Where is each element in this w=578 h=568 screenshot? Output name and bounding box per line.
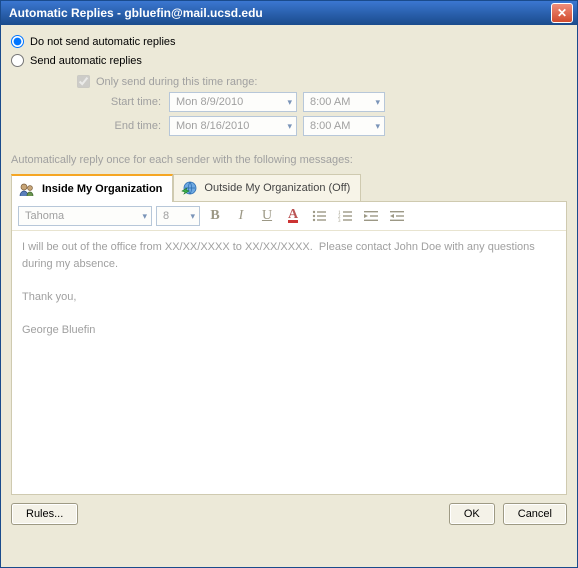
start-time-value: 8:00 AM xyxy=(310,96,350,108)
close-button[interactable]: ✕ xyxy=(551,3,573,23)
start-time-combo[interactable]: 8:00 AM ▾ xyxy=(303,92,385,112)
send-radio-row[interactable]: Send automatic replies xyxy=(11,54,567,67)
chevron-down-icon: ▾ xyxy=(190,211,195,222)
numbered-list-button[interactable]: 123 xyxy=(334,206,356,226)
italic-button[interactable]: I xyxy=(230,206,252,226)
underline-icon: U xyxy=(262,208,272,224)
section-label: Automatically reply once for each sender… xyxy=(11,154,567,166)
decrease-indent-icon xyxy=(364,210,378,222)
tabs: Inside My Organization Outside My Organi… xyxy=(11,174,567,201)
font-size-combo[interactable]: 8 ▾ xyxy=(156,206,200,226)
rules-button[interactable]: Rules... xyxy=(11,503,78,525)
org-icon xyxy=(18,180,36,198)
send-label: Send automatic replies xyxy=(30,55,142,67)
start-date-combo[interactable]: Mon 8/9/2010 ▾ xyxy=(169,92,297,112)
chevron-down-icon: ▾ xyxy=(375,97,380,108)
cancel-button[interactable]: Cancel xyxy=(503,503,567,525)
ok-button[interactable]: OK xyxy=(449,503,495,525)
tab-outside[interactable]: Outside My Organization (Off) xyxy=(173,174,361,201)
close-icon: ✕ xyxy=(557,6,567,20)
dont-send-label: Do not send automatic replies xyxy=(30,36,176,48)
send-radio[interactable] xyxy=(11,54,24,67)
globe-arrow-icon xyxy=(180,179,198,197)
end-time-value: 8:00 AM xyxy=(310,120,350,132)
bulleted-list-button[interactable] xyxy=(308,206,330,226)
start-time-label: Start time: xyxy=(77,96,169,108)
font-color-button[interactable]: A xyxy=(282,206,304,226)
bulleted-list-icon xyxy=(312,210,326,222)
button-row: Rules... OK Cancel xyxy=(11,495,567,525)
bold-icon: B xyxy=(210,208,219,224)
titlebar: Automatic Replies - gbluefin@mail.ucsd.e… xyxy=(1,1,577,25)
end-date-combo[interactable]: Mon 8/16/2010 ▾ xyxy=(169,116,297,136)
end-date-value: Mon 8/16/2010 xyxy=(176,120,249,132)
font-name-value: Tahoma xyxy=(25,210,64,222)
start-time-row: Start time: Mon 8/9/2010 ▾ 8:00 AM ▾ xyxy=(77,92,567,112)
svg-text:3: 3 xyxy=(338,219,341,222)
editor-toolbar: Tahoma ▾ 8 ▾ B I U A xyxy=(12,202,566,231)
end-time-label: End time: xyxy=(77,120,169,132)
decrease-indent-button[interactable] xyxy=(360,206,382,226)
message-textarea[interactable]: I will be out of the office from XX/XX/X… xyxy=(12,231,566,494)
tab-inside-label: Inside My Organization xyxy=(42,183,162,195)
content-area: Do not send automatic replies Send autom… xyxy=(1,25,577,567)
dont-send-radio[interactable] xyxy=(11,35,24,48)
tab-outside-label: Outside My Organization (Off) xyxy=(204,182,350,194)
end-time-row: End time: Mon 8/16/2010 ▾ 8:00 AM ▾ xyxy=(77,116,567,136)
only-send-label: Only send during this time range: xyxy=(96,76,257,88)
font-size-value: 8 xyxy=(163,210,169,222)
numbered-list-icon: 123 xyxy=(338,210,352,222)
dont-send-radio-row[interactable]: Do not send automatic replies xyxy=(11,35,567,48)
italic-icon: I xyxy=(239,208,244,224)
window-title: Automatic Replies - gbluefin@mail.ucsd.e… xyxy=(9,6,551,20)
font-name-combo[interactable]: Tahoma ▾ xyxy=(18,206,152,226)
tab-inside[interactable]: Inside My Organization xyxy=(11,174,173,202)
underline-button[interactable]: U xyxy=(256,206,278,226)
only-send-check-row: Only send during this time range: xyxy=(77,75,567,88)
increase-indent-icon xyxy=(390,210,404,222)
chevron-down-icon: ▾ xyxy=(375,121,380,132)
chevron-down-icon: ▾ xyxy=(287,121,292,132)
chevron-down-icon: ▾ xyxy=(142,211,147,222)
font-color-icon: A xyxy=(288,210,298,223)
increase-indent-button[interactable] xyxy=(386,206,408,226)
automatic-replies-window: Automatic Replies - gbluefin@mail.ucsd.e… xyxy=(0,0,578,568)
bold-button[interactable]: B xyxy=(204,206,226,226)
editor-pane: Tahoma ▾ 8 ▾ B I U A xyxy=(11,201,567,495)
end-time-combo[interactable]: 8:00 AM ▾ xyxy=(303,116,385,136)
chevron-down-icon: ▾ xyxy=(287,97,292,108)
only-send-checkbox[interactable] xyxy=(77,75,90,88)
start-date-value: Mon 8/9/2010 xyxy=(176,96,243,108)
